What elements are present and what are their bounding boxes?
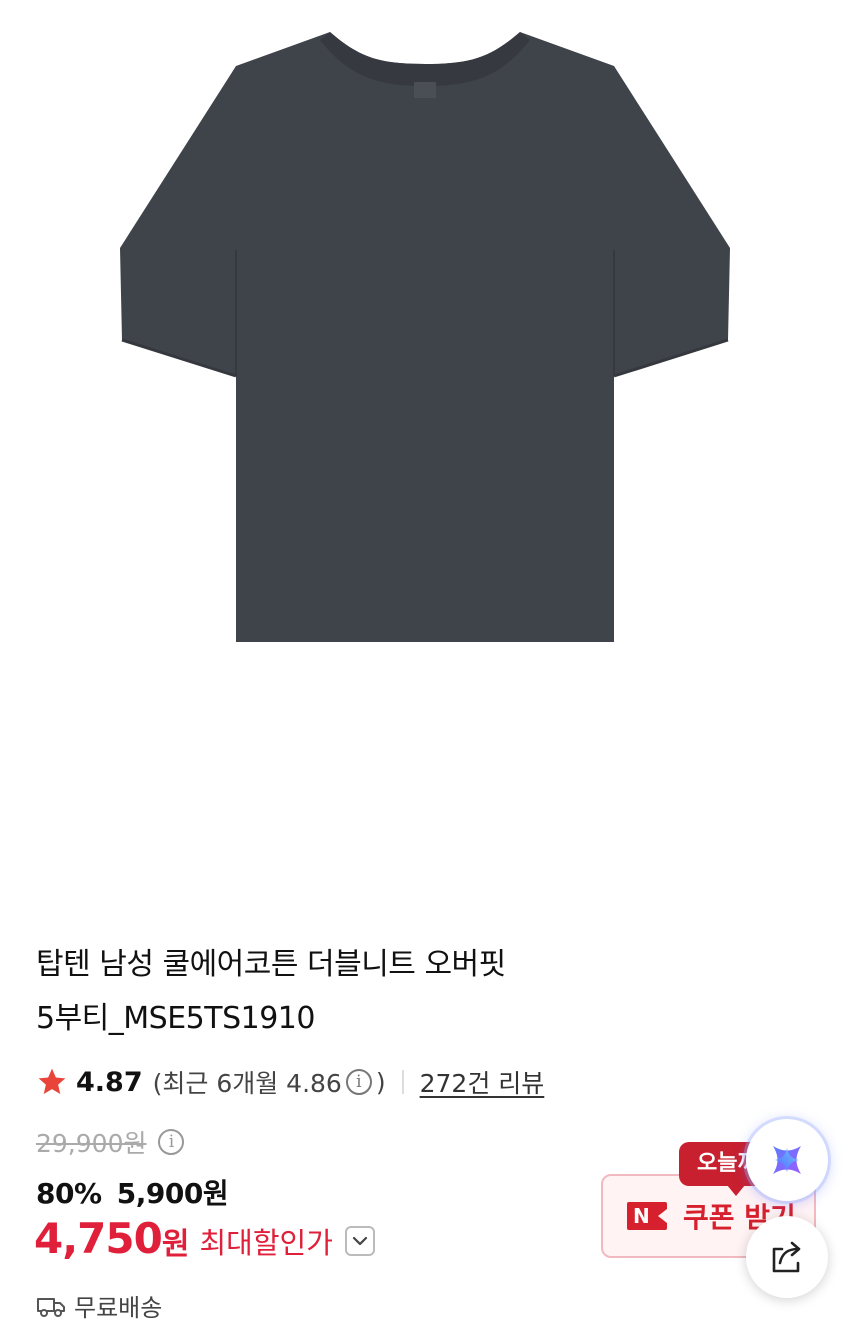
product-image[interactable] xyxy=(0,0,850,905)
best-price-unit: 원 xyxy=(161,1227,190,1262)
info-icon[interactable]: i xyxy=(345,1069,372,1095)
product-title: 탑텐 남성 쿨에어코튼 더블니트 오버핏 5부티_MSE5TS1910 xyxy=(36,938,596,1046)
sale-price: 5,900원 xyxy=(116,1177,229,1210)
recent-rating-text: (최근 6개월 4.86 xyxy=(152,1069,342,1098)
recent-rating: (최근 6개월 4.86 i ) xyxy=(153,1064,386,1100)
naver-logo: N xyxy=(627,1202,667,1230)
shipping-row: 무료배송 xyxy=(36,1288,162,1323)
tshirt-illustration xyxy=(120,32,730,642)
rating-row: 4.87 (최근 6개월 4.86 i ) 272건 리뷰 xyxy=(36,1062,544,1102)
discount-rate: 80% xyxy=(36,1177,102,1210)
chevron-down-icon xyxy=(352,1236,367,1246)
review-count-link[interactable]: 272건 리뷰 xyxy=(420,1064,545,1100)
best-price-label: 최대할인가 xyxy=(199,1226,333,1260)
star-icon xyxy=(38,1068,66,1094)
ai-assistant-icon xyxy=(773,1146,801,1174)
original-price: 29,900원 xyxy=(36,1129,147,1158)
best-price: 4,750 xyxy=(34,1213,163,1263)
best-price-toggle[interactable] xyxy=(344,1226,375,1256)
original-price-row: 29,900원 i xyxy=(36,1124,188,1160)
ai-assistant-button[interactable] xyxy=(746,1119,828,1201)
product-title-line1: 탑텐 남성 쿨에어코튼 더블니트 오버핏 xyxy=(36,947,506,982)
recent-rating-close: ) xyxy=(375,1067,386,1097)
truck-icon xyxy=(37,1297,65,1317)
divider xyxy=(401,1070,404,1094)
share-button[interactable] xyxy=(746,1216,828,1298)
price-info-icon[interactable]: i xyxy=(158,1129,185,1155)
share-icon xyxy=(772,1241,801,1273)
best-price-row: 4,750 원 최대할인가 xyxy=(34,1213,375,1263)
rating-score: 4.87 xyxy=(76,1066,143,1098)
shipping-label: 무료배송 xyxy=(74,1294,163,1322)
product-title-line2: 5부티_MSE5TS1910 xyxy=(36,1001,315,1036)
sale-price-row: 80% 5,900원 xyxy=(36,1172,229,1212)
